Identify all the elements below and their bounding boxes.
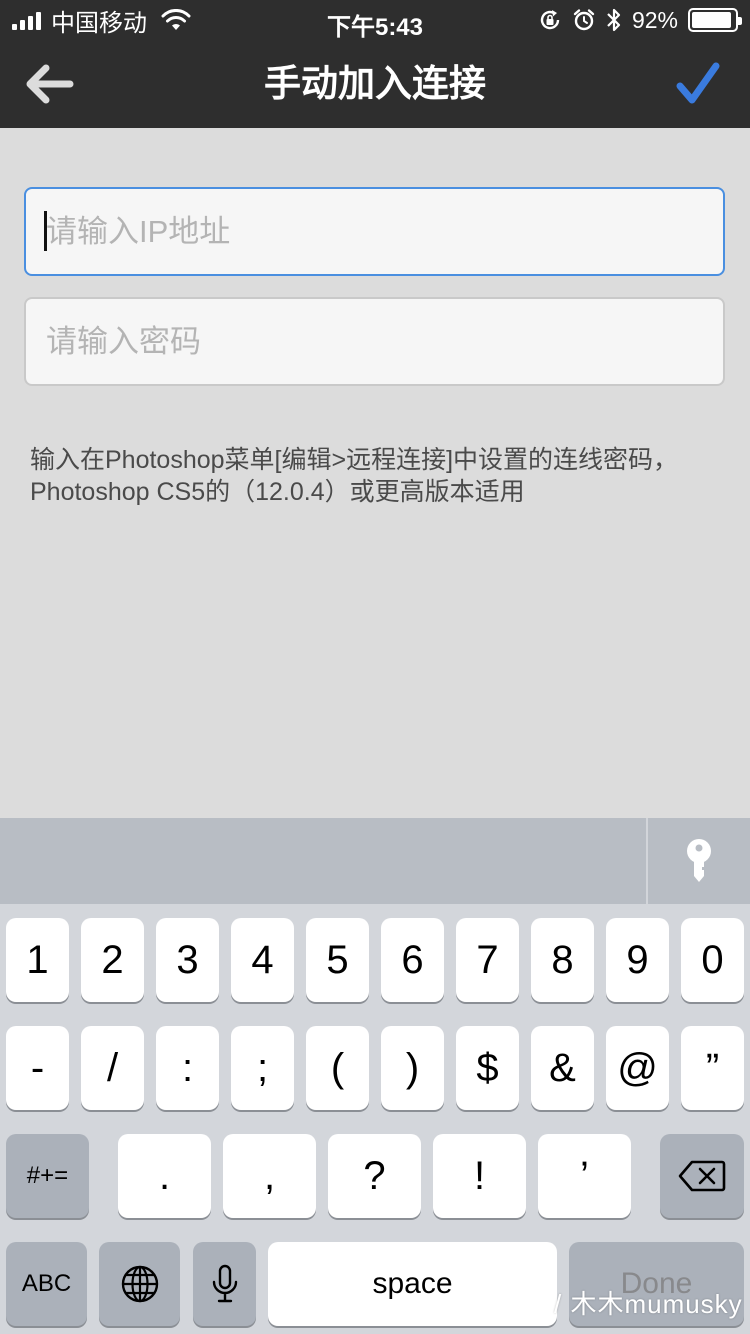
keyboard-accessory-bar (0, 818, 750, 904)
key-row2-3[interactable]: ; (231, 1026, 294, 1110)
key-symbols[interactable]: #+= (6, 1134, 89, 1218)
page-title: 手动加入连接 (264, 63, 486, 104)
battery-icon (688, 8, 742, 32)
backspace-icon (678, 1160, 726, 1192)
key-row1-5[interactable]: 6 (381, 918, 444, 1002)
key-row1-4[interactable]: 5 (306, 918, 369, 1002)
key-abc[interactable]: ABC (6, 1242, 87, 1326)
top-bar: 中国移动 下午5:43 92% 手动加入连接 (0, 0, 750, 128)
key-dictation[interactable] (193, 1242, 256, 1326)
status-right-group: 92% (538, 6, 742, 34)
battery-percent: 92% (631, 6, 678, 33)
checkmark-icon (676, 62, 720, 104)
key-row2-1[interactable]: / (81, 1026, 144, 1110)
key-row1-6[interactable]: 7 (456, 918, 519, 1002)
password-autofill-button[interactable] (648, 818, 750, 904)
arrow-left-icon (26, 64, 74, 104)
back-button[interactable] (16, 54, 80, 114)
connection-hint: 输入在Photoshop菜单[编辑>远程连接]中设置的连线密码，Photosho… (30, 446, 679, 506)
battery-fill (692, 12, 731, 28)
rotation-lock-icon (540, 10, 560, 30)
bluetooth-icon (607, 8, 621, 32)
password-field[interactable] (24, 297, 725, 386)
key-row1-0[interactable]: 1 (6, 918, 69, 1002)
alarm-icon (573, 9, 595, 31)
key-backspace[interactable] (660, 1134, 744, 1218)
key-row3-3[interactable]: ! (433, 1134, 526, 1218)
key-space[interactable]: space (268, 1242, 557, 1326)
confirm-button[interactable] (666, 54, 730, 114)
keyboard: #+= ABC space Done 1 2 3 4 5 6 7 8 9 0- /:;() $ & @”.… (0, 904, 750, 1334)
microphone-icon (212, 1264, 237, 1303)
key-row2-8[interactable]: @ (606, 1026, 669, 1110)
key-row3-4[interactable]: ’ (538, 1134, 631, 1218)
key-row1-8[interactable]: 9 (606, 918, 669, 1002)
watermark: / 木木mumusky (554, 1289, 743, 1319)
key-row2-4[interactable]: ( (306, 1026, 369, 1110)
key-icon (687, 839, 711, 882)
key-globe[interactable] (99, 1242, 180, 1326)
key-row2-7[interactable]: & (531, 1026, 594, 1110)
ip-address-input[interactable] (46, 189, 723, 274)
key-row1-9[interactable]: 0 (681, 918, 744, 1002)
key-row1-7[interactable]: 8 (531, 918, 594, 1002)
status-bar: 中国移动 下午5:43 92% (0, 0, 750, 41)
key-row1-2[interactable]: 3 (156, 918, 219, 1002)
key-row2-9[interactable]: ” (681, 1026, 744, 1110)
key-row2-0[interactable]: - (6, 1026, 69, 1110)
key-row2-5[interactable]: ) (381, 1026, 444, 1110)
ip-address-field[interactable] (24, 187, 725, 276)
key-row2-2[interactable]: : (156, 1026, 219, 1110)
text-caret (44, 211, 47, 251)
key-row1-3[interactable]: 4 (231, 918, 294, 1002)
key-row3-0[interactable]: . (118, 1134, 211, 1218)
key-row3-1[interactable]: , (223, 1134, 316, 1218)
password-input[interactable] (46, 299, 723, 384)
key-row3-2[interactable]: ? (328, 1134, 421, 1218)
globe-icon (121, 1265, 158, 1303)
key-row1-1[interactable]: 2 (81, 918, 144, 1002)
key-row2-6[interactable]: $ (456, 1026, 519, 1110)
